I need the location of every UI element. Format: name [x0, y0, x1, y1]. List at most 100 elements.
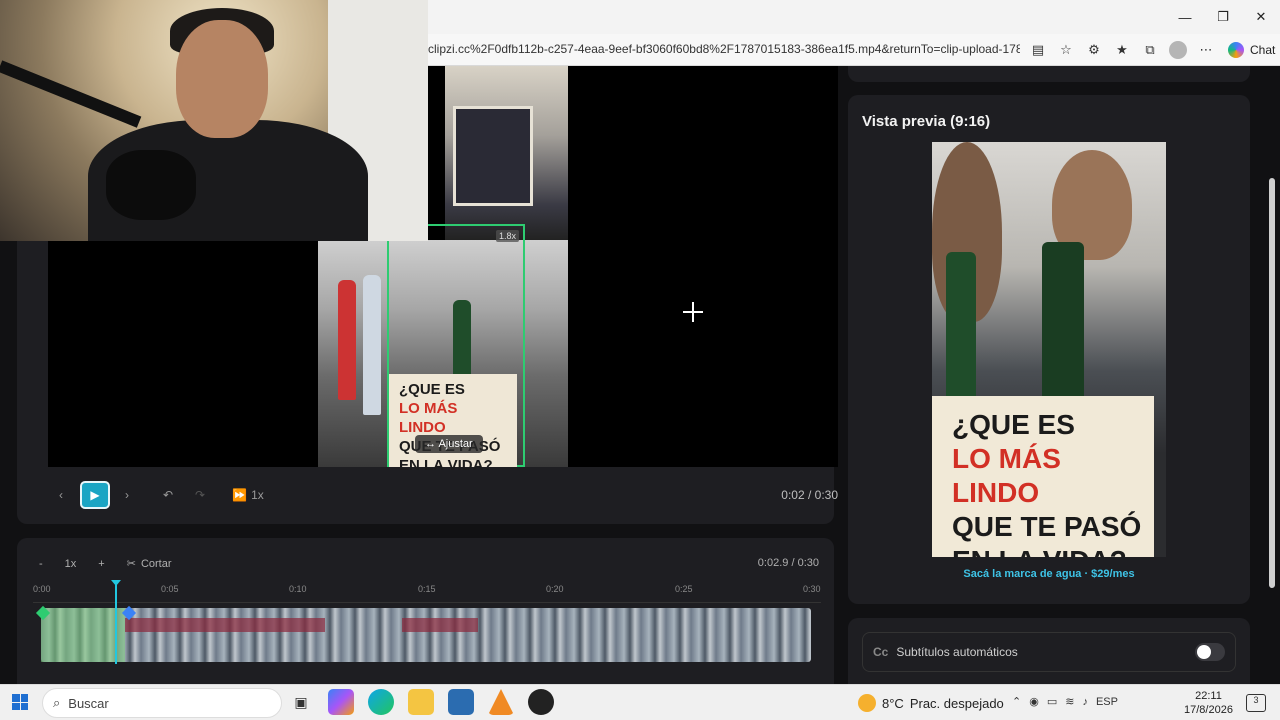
search-placeholder: Buscar [68, 695, 109, 711]
outlook-icon[interactable] [448, 689, 474, 715]
taskbar-search[interactable]: ⌕ Buscar [42, 688, 282, 718]
timeline-position: 0:02.9 [757, 557, 789, 569]
windows-logo-icon [20, 702, 28, 710]
url-field[interactable]: clipzi.cc%2F0dfb112b-c257-4eaa-9eef-bf30… [428, 42, 1020, 56]
next-frame-button[interactable]: › [114, 481, 140, 509]
play-button[interactable]: ▶ [80, 481, 110, 509]
timeline-tools: - 1x + ✂ Cortar [39, 557, 172, 571]
edge-browser-icon[interactable] [368, 689, 394, 715]
start-button[interactable] [12, 694, 28, 710]
wifi-icon[interactable]: ≋ [1065, 695, 1074, 708]
right-panel-top [848, 66, 1250, 82]
cc-icon: Cc [873, 645, 889, 659]
clip-highlight [125, 618, 325, 632]
tick-label: 0:25 [675, 584, 693, 594]
windows-taskbar: ⌕ Buscar ▣ 8°C Prac. despejado ⌃ ◉ ▭ ≋ ♪… [0, 684, 1280, 720]
microphone-icon [106, 150, 196, 220]
vlc-icon[interactable] [488, 689, 514, 715]
auto-subtitles-toggle[interactable] [1195, 643, 1225, 661]
battery-icon[interactable]: ▭ [1047, 695, 1057, 708]
preview-question-card: ¿QUE ES LO MÁS LINDO QUE TE PASÓ EN LA V… [932, 396, 1154, 557]
chevron-up-icon[interactable]: ⌃ [1012, 695, 1021, 708]
favorites-icon[interactable]: ★ [1112, 40, 1132, 60]
card-line-2: LO MÁS LINDO [399, 400, 458, 436]
preview-card-line-1: ¿QUE ES [952, 409, 1075, 440]
copilot-app-icon[interactable] [328, 689, 354, 715]
minimize-button[interactable]: — [1166, 0, 1204, 34]
undo-button[interactable]: ↶ [156, 481, 180, 509]
browser-toolbar: ▤ ☆ ⚙ ★ ⧉ ⋯ Chat ⌃ [1028, 40, 1280, 60]
auto-subtitles-row: Cc Subtítulos automáticos [862, 632, 1236, 672]
redo-button[interactable]: ↷ [188, 481, 212, 509]
speed-button[interactable]: ⏩ 1x [230, 481, 266, 509]
taskbar-clock[interactable]: 22:11 17/8/2026 [1184, 689, 1233, 717]
card-line-4: EN LA VIDA? [399, 457, 493, 474]
timeline-ruler[interactable]: 0:00 0:05 0:10 0:15 0:20 0:25 0:30 [33, 581, 821, 603]
extensions-icon[interactable]: ⚙ [1084, 40, 1104, 60]
card-line-1: ¿QUE ES [399, 381, 465, 398]
subtitles-panel: Cc Subtítulos automáticos [848, 618, 1250, 684]
reader-mode-icon[interactable]: ▤ [1028, 40, 1048, 60]
fast-forward-icon: ⏩ [232, 488, 248, 502]
timeline-duration: 0:30 [797, 557, 819, 569]
player-controls: ‹ ▶ › ↶ ↷ ⏩ 1x 0:02 / 0:30 [48, 479, 838, 511]
speed-label: 1x [251, 488, 264, 502]
page-scrollbar[interactable] [1269, 72, 1275, 676]
video-frame-top [445, 66, 568, 240]
network-icon[interactable]: ◉ [1029, 695, 1039, 708]
adjust-button[interactable]: ↔ Ajustar [415, 435, 483, 453]
tick-label: 0:05 [161, 584, 179, 594]
zoom-out-button[interactable]: - [39, 558, 43, 570]
profile-avatar[interactable] [1168, 40, 1188, 60]
clock-date: 17/8/2026 [1184, 704, 1233, 716]
avatar-icon [1169, 41, 1187, 59]
timeline-time: 0:02.9 / 0:30 [758, 557, 819, 569]
wine-bottle [1042, 242, 1084, 402]
cut-label: Cortar [140, 557, 172, 570]
chat-button[interactable]: Chat [1228, 42, 1275, 58]
weather-widget[interactable]: 8°C Prac. despejado [858, 694, 1004, 712]
notifications-icon[interactable]: 3 [1246, 694, 1266, 712]
volume-icon[interactable]: ♪ [1082, 696, 1088, 708]
tick-label: 0:20 [546, 584, 564, 594]
clip-highlight [402, 618, 478, 632]
remove-watermark-link[interactable]: Sacá la marca de agua · $29/mes [848, 568, 1250, 580]
search-icon: ⌕ [53, 695, 61, 710]
webcam-overlay [0, 0, 428, 241]
trimmed-segment [41, 608, 125, 662]
preview-card-line-3: QUE TE PASÓ [952, 511, 1142, 542]
cola-bottle [338, 280, 356, 400]
video-thumbnail-strip[interactable] [41, 608, 811, 662]
preview-panel: Vista previa (9:16) ¿QUE ES LO MÁS LINDO… [848, 95, 1250, 604]
crosshair-cursor-icon [683, 302, 703, 322]
scrollbar-thumb[interactable] [1269, 178, 1275, 588]
window-controls: — ❐ ✕ [1166, 0, 1280, 34]
favorite-star-icon[interactable]: ☆ [1056, 40, 1076, 60]
more-menu-icon[interactable]: ⋯ [1196, 40, 1216, 60]
taskbar-apps: ▣ [288, 689, 554, 715]
preview-card-line-2: LO MÁS LINDO [952, 443, 1061, 508]
zoom-in-button[interactable]: + [98, 558, 104, 570]
tick-label: 0:30 [803, 584, 821, 594]
restore-button[interactable]: ❐ [1204, 0, 1242, 34]
preview-card-line-4: EN LA VIDA? [952, 544, 1154, 557]
collections-icon[interactable]: ⧉ [1140, 40, 1160, 60]
windows-logo-icon [12, 702, 20, 710]
close-window-button[interactable]: ✕ [1242, 0, 1280, 34]
task-view-icon[interactable]: ▣ [288, 689, 314, 715]
tick-label: 0:15 [418, 584, 436, 594]
preview-video: ¿QUE ES LO MÁS LINDO QUE TE PASÓ EN LA V… [932, 142, 1166, 557]
file-explorer-icon[interactable] [408, 689, 434, 715]
obs-icon[interactable] [528, 689, 554, 715]
question-card: ¿QUE ES LO MÁS LINDO QUE TE PASÓ EN LA V… [389, 374, 517, 474]
language-indicator[interactable]: ESP [1096, 696, 1118, 708]
prev-frame-button[interactable]: ‹ [48, 481, 74, 509]
playhead[interactable] [115, 582, 117, 664]
tick-label: 0:10 [289, 584, 307, 594]
system-tray: ⌃ ◉ ▭ ≋ ♪ ESP [1012, 695, 1118, 709]
person-head [176, 20, 268, 138]
cut-button[interactable]: ✂ Cortar [127, 557, 172, 571]
wine-bottle [946, 252, 976, 402]
weather-temp: 8°C [882, 695, 904, 711]
zoom-level: 1x [64, 557, 77, 570]
